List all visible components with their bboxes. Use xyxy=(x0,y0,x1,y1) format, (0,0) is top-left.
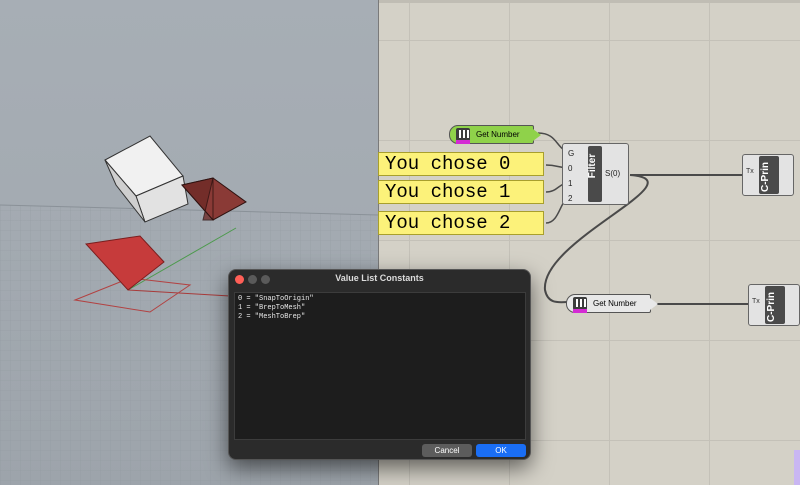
panel-text: You chose 1 xyxy=(385,181,511,203)
get-number-icon xyxy=(573,297,587,313)
constant-line: 2 = "MeshToBrep" xyxy=(238,313,306,321)
filter-title: Filter xyxy=(587,153,598,179)
panel-text: You chose 2 xyxy=(385,212,511,234)
dialog-titlebar[interactable]: Value List Constants xyxy=(229,270,530,290)
c-print-component-top[interactable]: Tx C-Prin xyxy=(742,154,796,196)
panel-text: You chose 0 xyxy=(385,153,511,175)
output-arrow-icon xyxy=(650,298,658,310)
filter-input-g[interactable]: G xyxy=(568,149,574,158)
filter-component[interactable]: G 0 1 2 Filter S(0) xyxy=(562,143,629,205)
constants-text-area[interactable]: 0 = "SnapToOrigin" 1 = "BrepToMesh" 2 = … xyxy=(234,292,526,440)
get-number-component-top[interactable]: Get Number xyxy=(449,125,541,144)
constant-line: 1 = "BrepToMesh" xyxy=(238,304,306,312)
canvas-edge-marker xyxy=(794,450,800,485)
c-print-title: C-Prin xyxy=(760,162,771,192)
dialog-title: Value List Constants xyxy=(335,273,424,283)
get-number-label: Get Number xyxy=(476,130,520,139)
panel-you-chose-1[interactable]: You chose 1 xyxy=(378,180,544,204)
c-print-title: C-Prin xyxy=(766,292,777,322)
c-print-input-tx[interactable]: Tx xyxy=(752,298,760,305)
filter-input-1[interactable]: 1 xyxy=(568,179,572,188)
constant-line: 0 = "SnapToOrigin" xyxy=(238,295,314,303)
value-list-constants-dialog[interactable]: Value List Constants 0 = "SnapToOrigin" … xyxy=(228,269,531,460)
filter-input-0[interactable]: 0 xyxy=(568,164,572,173)
cancel-button[interactable]: Cancel xyxy=(422,444,472,457)
c-print-component-bottom[interactable]: Tx C-Prin xyxy=(748,284,800,326)
filter-input-2[interactable]: 2 xyxy=(568,194,572,203)
get-number-label: Get Number xyxy=(593,299,637,308)
get-number-icon xyxy=(456,128,470,144)
panel-you-chose-0[interactable]: You chose 0 xyxy=(378,152,544,176)
get-number-component-bottom[interactable]: Get Number xyxy=(566,294,658,313)
ok-button[interactable]: OK xyxy=(476,444,526,457)
output-arrow-icon xyxy=(533,129,541,141)
filter-output[interactable]: S(0) xyxy=(605,169,620,178)
panel-you-chose-2[interactable]: You chose 2 xyxy=(378,211,544,235)
c-print-input-tx[interactable]: Tx xyxy=(746,168,754,175)
